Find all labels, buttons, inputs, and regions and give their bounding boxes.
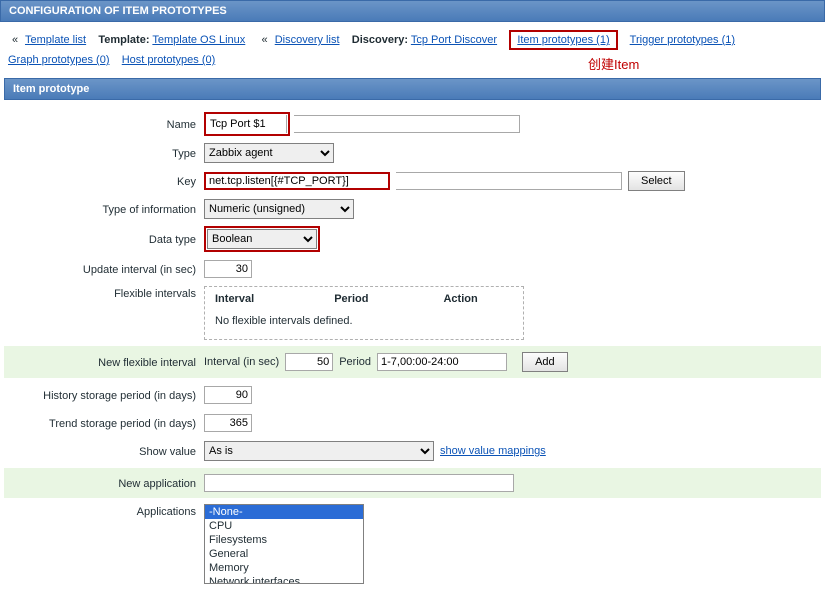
new-flex-int-input[interactable] [285,353,333,371]
flex-hdr-interval: Interval [215,293,334,305]
graph-prototypes-link[interactable]: Graph prototypes (0) [8,54,110,66]
flex-hdr-period: Period [334,293,443,305]
applications-listbox[interactable]: -None- CPU Filesystems General Memory Ne… [204,504,364,584]
list-item[interactable]: General [205,547,363,561]
type-select[interactable]: Zabbix agent [204,143,334,163]
showvalue-select[interactable]: As is [204,441,434,461]
trigger-prototypes-link[interactable]: Trigger prototypes (1) [630,34,735,46]
template-link[interactable]: Template OS Linux [152,34,245,46]
newapp-label: New application [4,476,204,490]
applications-label: Applications [4,504,204,518]
list-item[interactable]: Memory [205,561,363,575]
type-label: Type [4,146,204,160]
item-prototypes-link[interactable]: Item prototypes (1) [517,34,609,46]
delim: « [12,34,18,46]
flex-empty-text: No flexible intervals defined. [215,315,513,327]
breadcrumb: « Template list Template: Template OS Li… [0,22,825,54]
new-flex-int-label: Interval (in sec) [204,356,279,368]
datatype-label: Data type [4,232,204,246]
toi-label: Type of information [4,202,204,216]
host-prototypes-link[interactable]: Host prototypes (0) [122,54,216,66]
trend-label: Trend storage period (in days) [4,416,204,430]
discovery-link[interactable]: Tcp Port Discover [411,34,497,46]
list-item[interactable]: CPU [205,519,363,533]
history-label: History storage period (in days) [4,388,204,402]
list-item[interactable]: -None- [205,505,363,519]
new-flex-period-label: Period [339,356,371,368]
show-value-mappings-link[interactable]: show value mappings [440,445,546,457]
key-label: Key [4,174,204,188]
item-prototype-form: Name Type Zabbix agent Key Select Type o… [4,104,821,584]
history-input[interactable] [204,386,252,404]
breadcrumb-row2: Graph prototypes (0) Host prototypes (0) [0,54,825,74]
new-flex-period-input[interactable] [377,353,507,371]
annotation: 创建Item [588,54,639,73]
template-list-link[interactable]: Template list [25,34,86,46]
section-title: Item prototype [4,78,821,100]
add-button[interactable]: Add [522,352,568,372]
template-label: Template: [98,34,149,46]
update-interval-input[interactable] [204,260,252,278]
discovery-list-link[interactable]: Discovery list [275,34,340,46]
key-input[interactable] [204,172,390,190]
delim: « [262,34,268,46]
trend-input[interactable] [204,414,252,432]
select-button[interactable]: Select [628,171,685,191]
item-prototypes-tab[interactable]: Item prototypes (1) [509,30,617,50]
flexible-intervals-label: Flexible intervals [4,286,204,300]
list-item[interactable]: Network interfaces [205,575,363,584]
datatype-select[interactable]: Boolean [207,229,317,249]
page-header: CONFIGURATION OF ITEM PROTOTYPES [0,0,825,22]
key-input-ext[interactable] [396,172,622,190]
newapp-input[interactable] [204,474,514,492]
list-item[interactable]: Filesystems [205,533,363,547]
update-interval-label: Update interval (in sec) [4,262,204,276]
name-highlight [204,112,290,136]
showvalue-label: Show value [4,444,204,458]
flex-hdr-action: Action [443,293,513,305]
name-input-part[interactable] [207,115,287,133]
discovery-label: Discovery: [352,34,408,46]
toi-select[interactable]: Numeric (unsigned) [204,199,354,219]
flexible-intervals-panel: Interval Period Action No flexible inter… [204,286,524,340]
datatype-highlight: Boolean [204,226,320,252]
name-input[interactable] [294,115,520,133]
new-flex-label: New flexible interval [4,355,204,369]
name-label: Name [4,117,204,131]
